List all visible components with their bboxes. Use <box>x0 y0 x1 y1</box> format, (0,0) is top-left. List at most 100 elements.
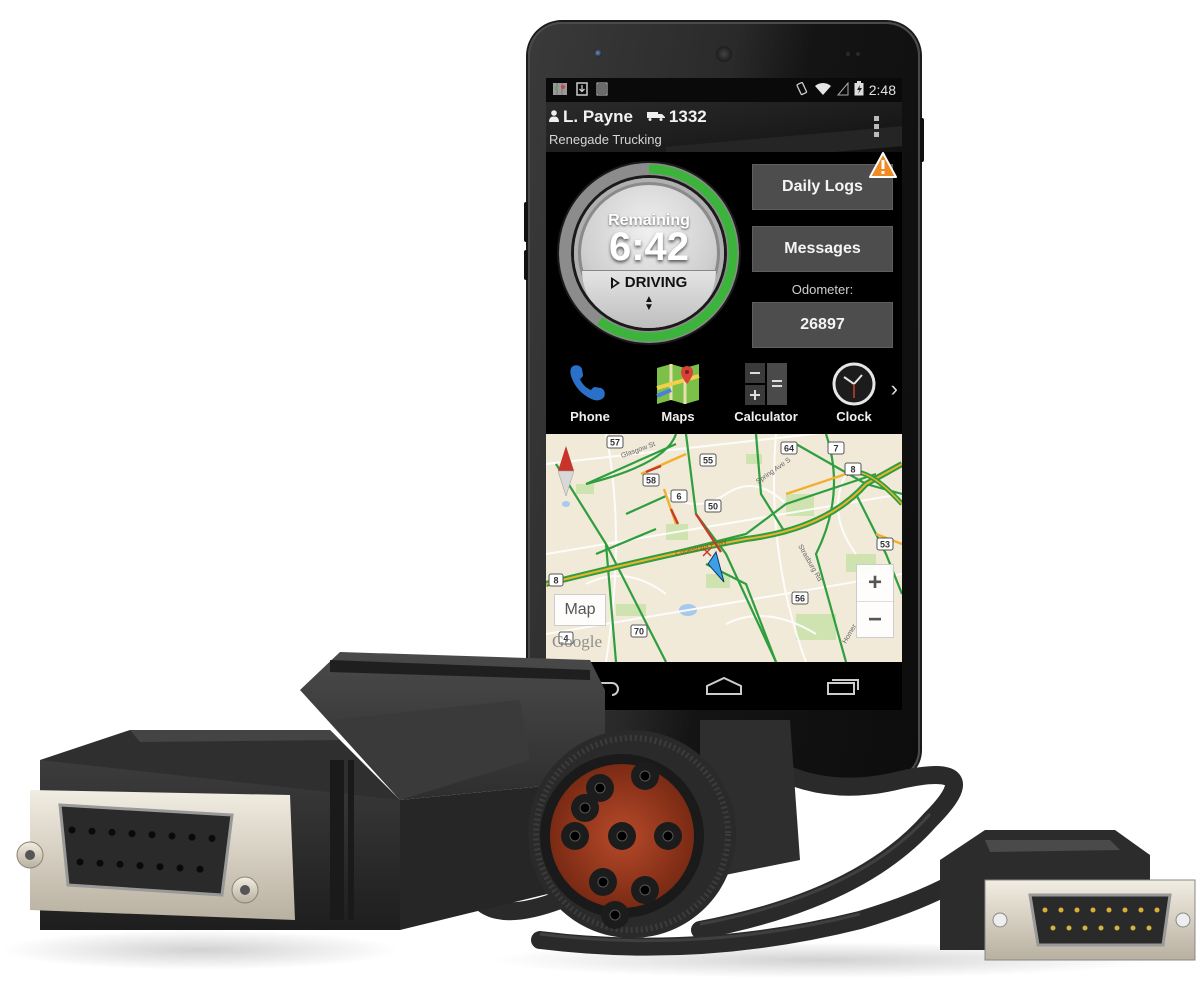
pin-hole <box>148 831 156 839</box>
pin-hole <box>76 858 84 866</box>
next-apps-chevron-icon[interactable]: › <box>891 376 898 402</box>
phone-icon <box>567 362 613 406</box>
front-camera <box>595 50 602 57</box>
compass-icon[interactable] <box>558 446 574 496</box>
pin <box>1050 925 1056 931</box>
pin <box>1082 925 1088 931</box>
status-bar: 2:48 <box>546 78 902 102</box>
pin-hole <box>68 826 76 834</box>
google-attribution: Google <box>552 632 603 651</box>
app-label: Phone <box>570 409 610 424</box>
messages-label: Messages <box>784 240 861 257</box>
app-phone[interactable]: Phone <box>550 362 630 424</box>
app-label: Calculator <box>734 409 798 424</box>
back-button[interactable] <box>575 668 635 704</box>
db15-male-connector <box>940 830 1196 961</box>
messages-button[interactable]: Messages <box>752 226 893 272</box>
shield-label: 53 <box>880 540 890 550</box>
pin-hole <box>156 863 164 871</box>
odometer-reading: 26897 <box>800 316 845 333</box>
gauge-face: Remaining 6:42 DRIVING ▲ ▼ <box>574 178 724 328</box>
daily-logs-label: Daily Logs <box>782 178 863 195</box>
cable-highlight <box>539 813 932 943</box>
wifi-icon <box>814 82 832 99</box>
deutsch-pins <box>561 762 682 929</box>
app-label: Maps <box>661 409 695 424</box>
earpiece-speaker <box>716 46 732 62</box>
time-remaining: 6:42 <box>608 225 690 269</box>
db15-pins <box>68 826 216 873</box>
socket-hole <box>662 830 674 842</box>
app-maps[interactable]: Maps <box>638 362 718 424</box>
pin-hole <box>96 859 104 867</box>
driver-icon <box>549 109 559 125</box>
maps-notification-icon <box>552 82 568 98</box>
power-button <box>920 118 924 162</box>
rotate-icon <box>795 81 809 99</box>
up-down-toggle-icon[interactable]: ▲ ▼ <box>574 295 724 313</box>
app-label: Clock <box>836 409 872 424</box>
calculator-icon <box>743 362 789 406</box>
zoom-out-button[interactable]: − <box>857 601 893 637</box>
pin-hole <box>168 832 176 840</box>
app-clock[interactable]: Clock <box>814 362 894 424</box>
zoom-in-button[interactable]: + <box>857 565 893 601</box>
shield-label: 70 <box>634 627 644 637</box>
socket <box>561 822 589 850</box>
map-canvas: 57 55 58 6 50 64 7 8 53 56 70 4 8 Glasgo… <box>546 434 902 662</box>
pin <box>1154 907 1160 913</box>
pin <box>1074 907 1080 913</box>
obd-interface-module <box>16 652 605 930</box>
company-name: Renegade Trucking <box>549 132 662 147</box>
street-label: Conestoga Pkwy <box>675 538 728 558</box>
play-icon <box>610 276 620 289</box>
menu-dot <box>874 116 879 121</box>
socket <box>654 822 682 850</box>
socket <box>571 794 599 822</box>
socket-hole <box>616 830 628 842</box>
duty-status-label: DRIVING <box>624 274 688 291</box>
app-shortcut-row: Phone Maps Calculator Clock › <box>546 362 902 434</box>
socket-hole <box>579 802 591 814</box>
home-icon <box>705 676 742 695</box>
socket <box>631 876 659 904</box>
pin-hole <box>208 834 216 842</box>
shield-label: 56 <box>795 594 805 604</box>
app-calculator[interactable]: Calculator <box>726 362 806 424</box>
street-label: Glasgow St <box>620 441 656 460</box>
shield-label: 57 <box>610 438 620 448</box>
warning-icon <box>869 152 897 178</box>
pin <box>1138 907 1144 913</box>
shield-label: 64 <box>784 444 794 454</box>
zoom-controls: + − <box>856 564 894 638</box>
socket-hole <box>597 876 609 888</box>
odometer-label: Odometer: <box>791 282 854 297</box>
pin <box>1042 907 1048 913</box>
recent-apps-button[interactable] <box>813 668 873 704</box>
pin <box>1114 925 1120 931</box>
shield-label: 7 <box>833 444 838 454</box>
status-time: 2:48 <box>868 82 896 98</box>
volume-button <box>524 202 528 242</box>
map-view[interactable]: 57 55 58 6 50 64 7 8 53 56 70 4 8 Glasgo… <box>546 434 902 662</box>
menu-dot <box>874 132 879 137</box>
db15-female-port <box>16 790 295 920</box>
hours-remaining-gauge[interactable]: Remaining 6:42 DRIVING ▲ ▼ <box>554 158 744 348</box>
pin-hole <box>136 862 144 870</box>
download-icon <box>576 82 588 98</box>
light-sensor <box>856 52 860 56</box>
socket-hole <box>594 782 606 794</box>
home-button[interactable] <box>694 668 754 704</box>
shadow <box>0 930 400 970</box>
map-type-button[interactable]: Map <box>554 594 606 626</box>
shield-label: 8 <box>850 465 855 475</box>
driver-name: L. Payne <box>563 107 633 126</box>
proximity-sensor <box>846 52 850 56</box>
overflow-menu-button[interactable] <box>874 116 880 137</box>
duty-status[interactable]: DRIVING <box>574 274 724 291</box>
socket-hole <box>609 909 621 921</box>
truck-number: 1332 <box>668 107 707 126</box>
daily-logs-button[interactable]: Daily Logs <box>752 152 897 210</box>
shadow <box>490 942 1150 978</box>
phone-screen: 2:48 L. Payne 1332 Renegade Trucking Rem… <box>546 78 902 710</box>
